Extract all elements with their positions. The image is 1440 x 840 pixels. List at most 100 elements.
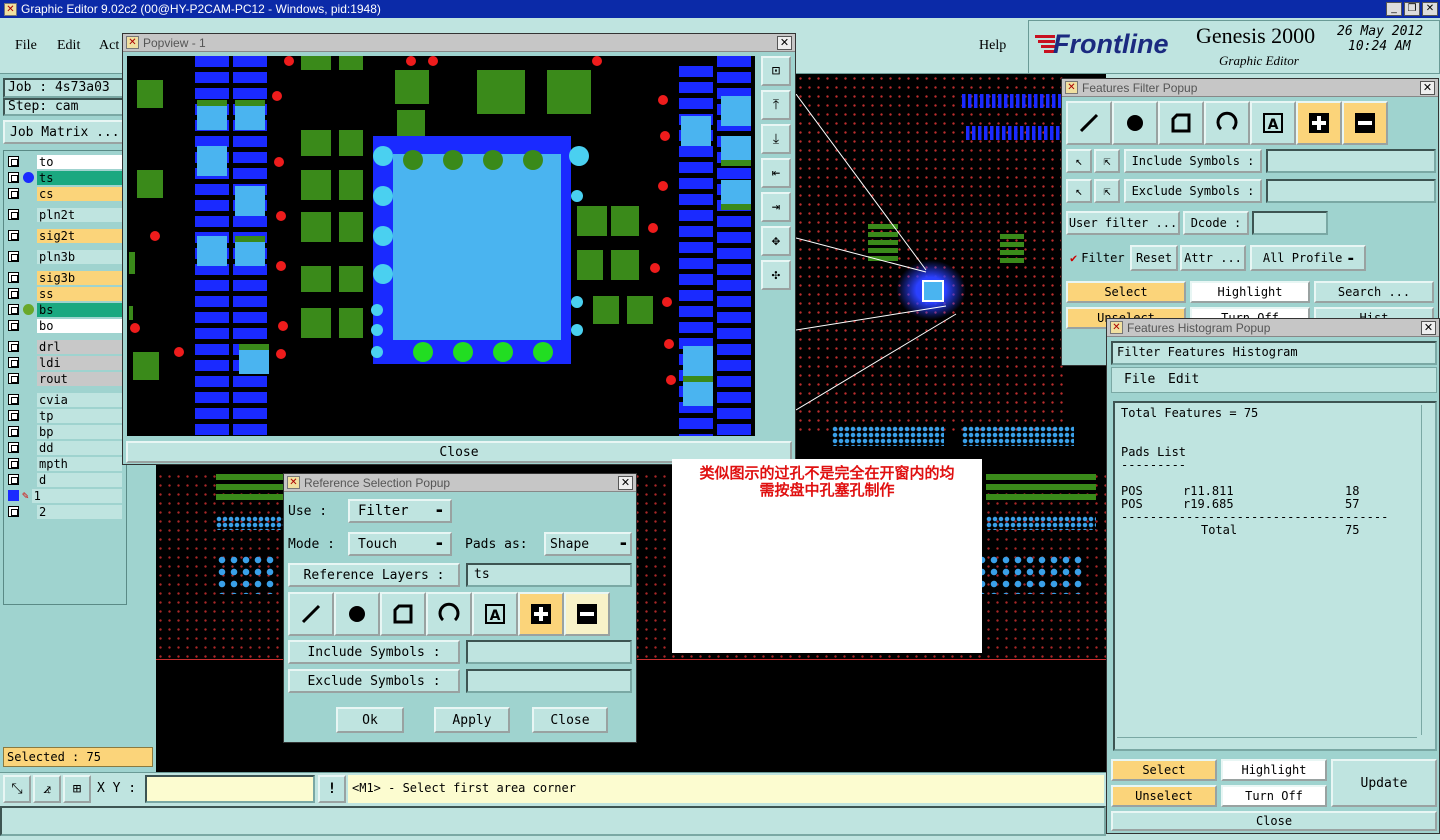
arrow-left-icon[interactable]: ↖ — [1066, 179, 1092, 203]
layer-row-bo[interactable]: bo — [8, 318, 122, 333]
popview-canvas[interactable] — [127, 56, 755, 436]
menu-help[interactable]: Help — [979, 38, 1006, 54]
layer-row-d[interactable]: d — [8, 472, 122, 487]
grid-icon[interactable]: ⊞ — [63, 775, 91, 803]
layer-checkbox[interactable] — [8, 506, 19, 517]
ok-button[interactable]: Ok — [336, 707, 404, 733]
exclude-symbols-button[interactable]: Exclude Symbols : — [288, 669, 460, 693]
mode-dropdown[interactable]: Touch ▬ — [348, 532, 452, 556]
search-button[interactable]: Search ... — [1314, 281, 1434, 303]
positive-polarity-icon[interactable] — [518, 592, 564, 636]
close-button[interactable]: Close — [532, 707, 608, 733]
restore-button[interactable]: ❐ — [1404, 2, 1420, 16]
layer-checkbox[interactable] — [8, 320, 19, 331]
layer-checkbox[interactable] — [8, 373, 19, 384]
layer-row-1[interactable]: ✎ 1 — [8, 488, 122, 503]
highlight-button[interactable]: Highlight — [1190, 281, 1310, 303]
reference-layers-button[interactable]: Reference Layers : — [288, 563, 460, 587]
include-symbols-button[interactable]: Include Symbols : — [288, 640, 460, 664]
include-symbols-button[interactable]: Include Symbols : — [1124, 149, 1262, 173]
negative-polarity-icon[interactable] — [564, 592, 610, 636]
arrow-right-icon[interactable]: ⇱ — [1094, 179, 1120, 203]
layer-row-tp[interactable]: tp — [8, 408, 122, 423]
layer-row-sig3b[interactable]: sig3b — [8, 270, 122, 285]
surface-feature-icon[interactable] — [380, 592, 426, 636]
line-feature-icon[interactable] — [288, 592, 334, 636]
layer-checkbox[interactable] — [8, 410, 19, 421]
layer-row-bs[interactable]: bs — [8, 302, 122, 317]
pan-down-icon[interactable]: ⤓ — [761, 124, 791, 154]
include-symbols-input[interactable] — [1266, 149, 1436, 173]
exclude-symbols-input[interactable] — [1266, 179, 1436, 203]
layer-checkbox[interactable] — [8, 209, 19, 220]
arc-feature-icon[interactable] — [1204, 101, 1250, 145]
layer-checkbox[interactable] — [8, 251, 19, 262]
ref-popup-close-icon[interactable]: ✕ — [618, 476, 633, 490]
attr-button[interactable]: Attr ... — [1180, 245, 1246, 271]
select-button[interactable]: Select — [1111, 759, 1217, 781]
layer-row-cs[interactable]: cs — [8, 186, 122, 201]
menu-file[interactable]: File — [15, 38, 37, 54]
vertical-scrollbar[interactable] — [1421, 405, 1433, 735]
exclude-symbols-button[interactable]: Exclude Symbols : — [1124, 179, 1262, 203]
layer-checkbox[interactable] — [8, 288, 19, 299]
layer-row-ss[interactable]: ss — [8, 286, 122, 301]
snap-icon[interactable]: ⤡ — [3, 775, 31, 803]
user-filter-button[interactable]: User filter ... — [1066, 211, 1180, 235]
zoom-out-icon[interactable]: ✣ — [761, 260, 791, 290]
layer-row-2[interactable]: 2 — [8, 504, 122, 519]
include-symbols-input[interactable] — [466, 640, 632, 664]
layer-row-ts[interactable]: ts — [8, 170, 122, 185]
exclude-symbols-input[interactable] — [466, 669, 632, 693]
reset-button[interactable]: Reset — [1130, 245, 1178, 271]
pad-feature-icon[interactable] — [1112, 101, 1158, 145]
layer-checkbox[interactable] — [8, 474, 19, 485]
layer-row-mpth[interactable]: mpth — [8, 456, 122, 471]
zoom-fit-icon[interactable]: ⊡ — [761, 56, 791, 86]
menu-actions[interactable]: Act — [99, 38, 119, 54]
filter-toggle[interactable]: ✔ Filter — [1066, 245, 1128, 271]
xy-input[interactable] — [145, 775, 315, 803]
minimize-button[interactable]: _ — [1386, 2, 1402, 16]
positive-polarity-icon[interactable] — [1296, 101, 1342, 145]
zoom-in-icon[interactable]: ✥ — [761, 226, 791, 256]
hist-menu-edit[interactable]: Edit — [1168, 372, 1199, 387]
update-button[interactable]: Update — [1331, 759, 1437, 807]
popview-close-icon[interactable]: ✕ — [777, 36, 792, 50]
highlight-button[interactable]: Highlight — [1221, 759, 1327, 781]
pan-up-icon[interactable]: ⤒ — [761, 90, 791, 120]
arc-feature-icon[interactable] — [426, 592, 472, 636]
layer-checkbox[interactable] — [8, 426, 19, 437]
layer-checkbox[interactable] — [8, 394, 19, 405]
layer-checkbox[interactable] — [8, 357, 19, 368]
unselect-button[interactable]: Unselect — [1111, 785, 1217, 807]
layer-checkbox[interactable] — [8, 458, 19, 469]
line-feature-icon[interactable] — [1066, 101, 1112, 145]
layer-row-drl[interactable]: drl — [8, 339, 122, 354]
pan-left-icon[interactable]: ⇤ — [761, 158, 791, 188]
layer-row-ldi[interactable]: ldi — [8, 355, 122, 370]
hist-close-button[interactable]: Close — [1111, 811, 1437, 831]
close-window-button[interactable]: ✕ — [1422, 2, 1438, 16]
apply-button[interactable]: Apply — [434, 707, 510, 733]
layer-checkbox[interactable] — [8, 304, 19, 315]
measure-icon[interactable]: ⦨ — [33, 775, 61, 803]
turn-off-button[interactable]: Turn Off — [1221, 785, 1327, 807]
horizontal-scrollbar[interactable] — [1117, 737, 1417, 747]
layer-row-rout[interactable]: rout — [8, 371, 122, 386]
layer-row-pln3b[interactable]: pln3b — [8, 249, 122, 264]
menu-edit[interactable]: Edit — [57, 38, 80, 54]
warning-icon[interactable]: ! — [318, 775, 346, 803]
layer-checkbox[interactable] — [8, 172, 19, 183]
layer-checkbox[interactable] — [8, 188, 19, 199]
profile-dropdown[interactable]: All Profile ▬ — [1250, 245, 1366, 271]
layer-checkbox[interactable] — [8, 156, 19, 167]
text-feature-icon[interactable]: A — [1250, 101, 1296, 145]
layer-row-to[interactable]: to — [8, 154, 122, 169]
layer-row-bp[interactable]: bp — [8, 424, 122, 439]
arrow-left-icon[interactable]: ↖ — [1066, 149, 1092, 173]
text-feature-icon[interactable]: A — [472, 592, 518, 636]
pad-feature-icon[interactable] — [334, 592, 380, 636]
use-dropdown[interactable]: Filter ▬ — [348, 499, 452, 523]
layer-checkbox[interactable] — [8, 272, 19, 283]
